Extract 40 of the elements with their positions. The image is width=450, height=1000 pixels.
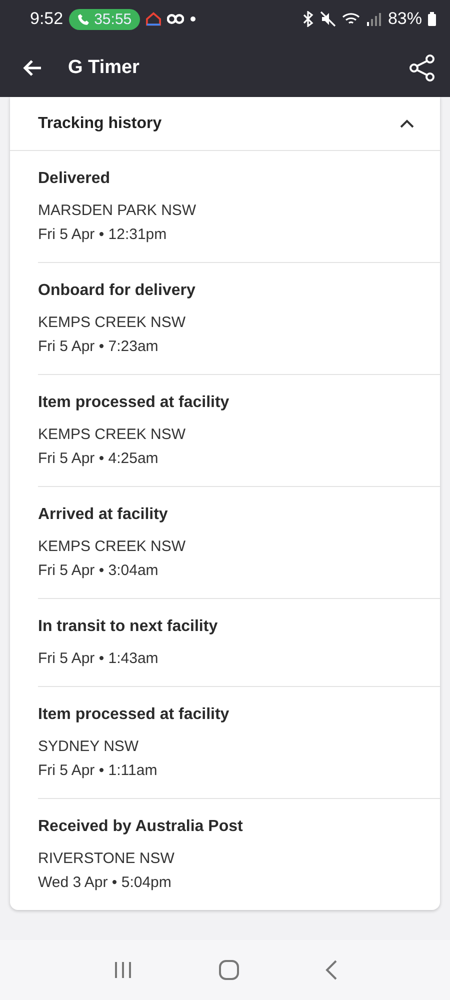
event-status: In transit to next facility: [38, 617, 219, 637]
back-icon[interactable]: [325, 960, 337, 980]
bluetooth-icon: [302, 11, 314, 27]
event-location: KEMPS CREEK NSW: [38, 537, 187, 557]
mute-icon: [320, 11, 336, 27]
event-status: Item processed at facility: [38, 705, 230, 725]
loop-icon: [166, 13, 184, 25]
event-time: Fri 5 Apr • 3:04am: [38, 561, 160, 581]
phone-icon: [77, 12, 90, 26]
event-time: Fri 5 Apr • 7:23am: [38, 337, 160, 357]
event-time: Fri 5 Apr • 12:31pm: [38, 225, 168, 245]
event-status: Received by Australia Post: [38, 817, 244, 837]
battery-icon: [428, 12, 436, 26]
app-title: G Timer: [68, 56, 140, 78]
back-arrow-icon[interactable]: [22, 58, 42, 76]
event-location: MARSDEN PARK NSW: [38, 201, 198, 221]
event-location: KEMPS CREEK NSW: [38, 313, 187, 333]
section-title: Tracking history: [38, 114, 163, 132]
battery-percent: 83%: [388, 9, 422, 29]
recents-icon[interactable]: [113, 961, 133, 979]
event-status: Delivered: [38, 169, 112, 189]
status-time: 9:52: [30, 9, 64, 29]
dot-icon: [190, 16, 196, 22]
event-time: Fri 5 Apr • 4:25am: [38, 449, 160, 469]
event-status: Item processed at facility: [38, 393, 230, 413]
signal-icon: [366, 12, 382, 26]
event-status: Arrived at facility: [38, 505, 169, 525]
event-location: RIVERSTONE NSW: [38, 849, 176, 869]
event-location: SYDNEY NSW: [38, 737, 140, 757]
event-time: Wed 3 Apr • 5:04pm: [38, 873, 172, 893]
home-icon: [146, 12, 161, 26]
wifi-icon: [342, 12, 360, 26]
event-location: KEMPS CREEK NSW: [38, 425, 187, 445]
share-icon[interactable]: [408, 54, 436, 82]
chevron-icon[interactable]: [400, 119, 414, 128]
event-time: Fri 5 Apr • 1:11am: [38, 761, 158, 781]
event-status: Onboard for delivery: [38, 281, 196, 301]
call-timer[interactable]: 35:55: [69, 8, 140, 30]
home-button-icon[interactable]: [219, 960, 239, 980]
event-time: Fri 5 Apr • 1:43am: [38, 649, 160, 669]
